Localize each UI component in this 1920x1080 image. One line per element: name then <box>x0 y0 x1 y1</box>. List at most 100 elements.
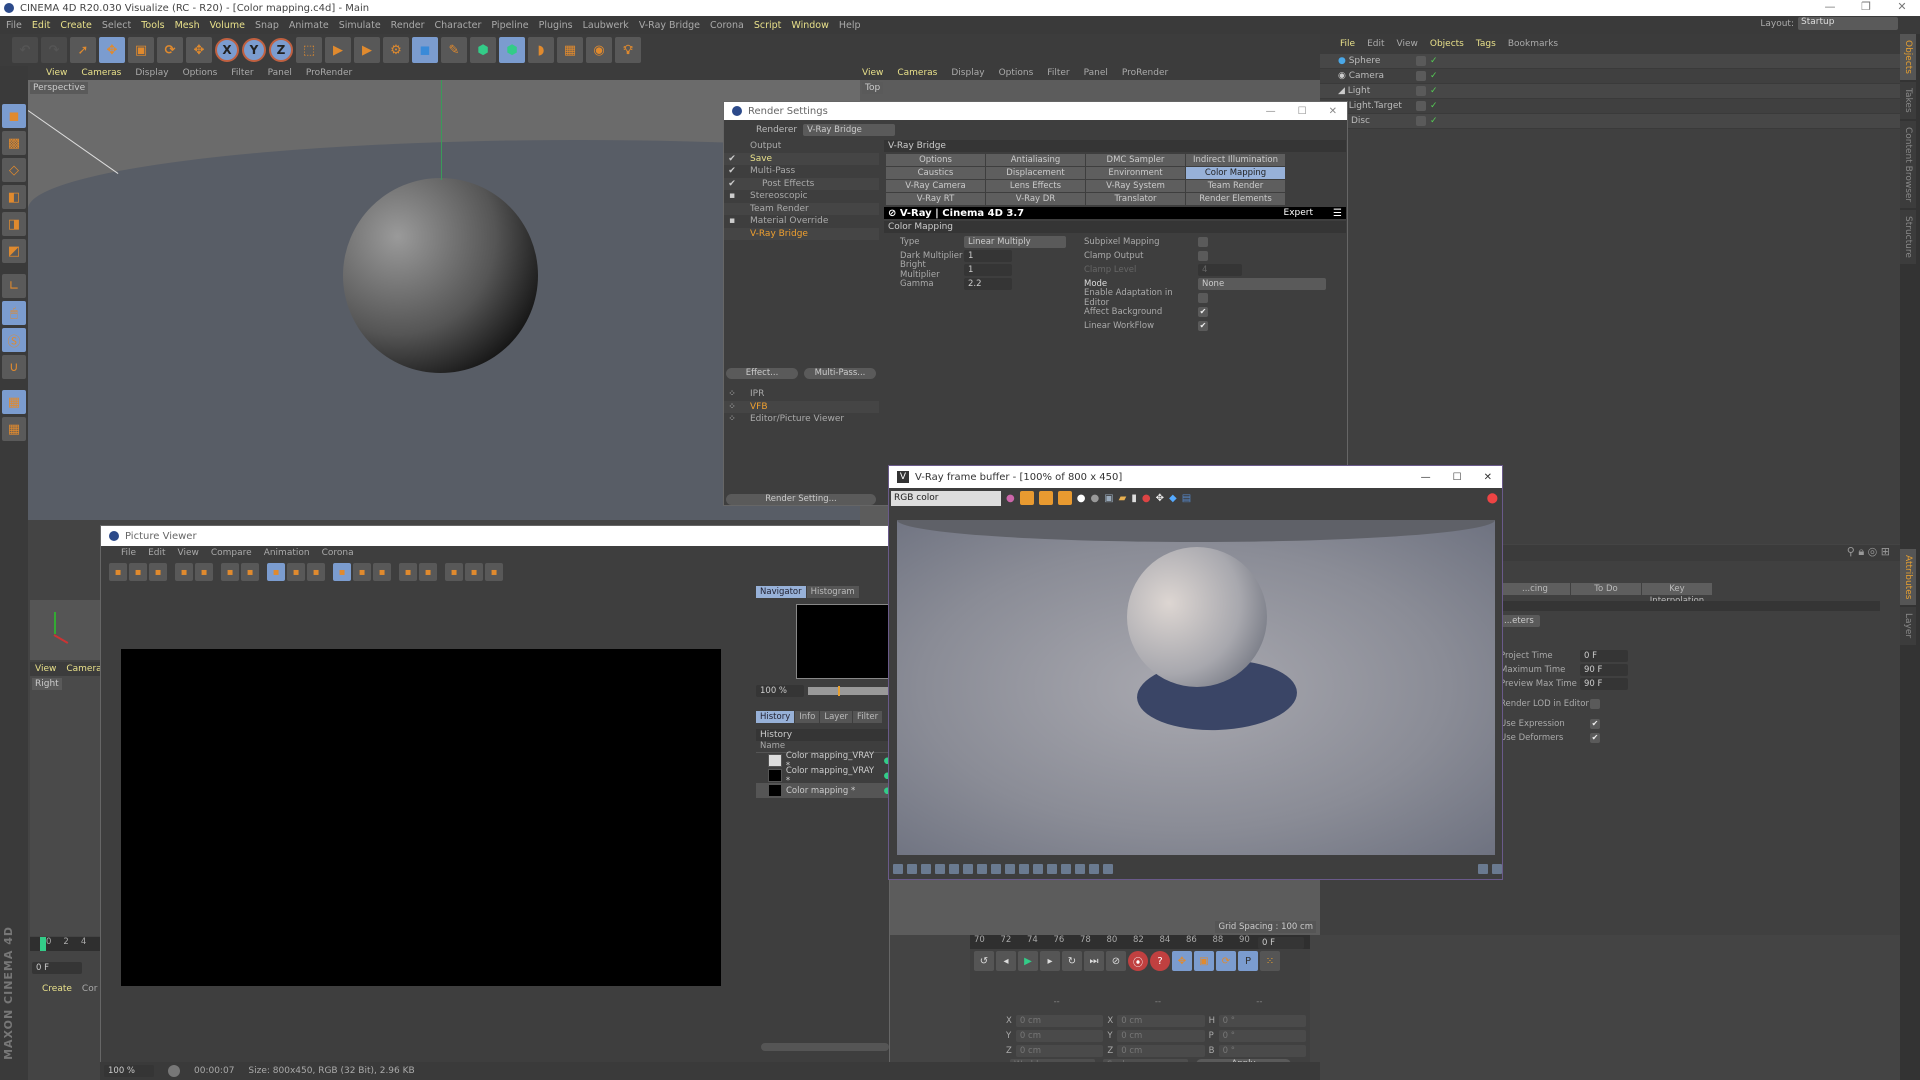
vray-tab-options[interactable]: Options <box>886 154 985 166</box>
show-panel-icon[interactable] <box>1478 864 1488 874</box>
coord-field-z[interactable]: 0 cm <box>1015 1044 1104 1057</box>
tab-history[interactable]: History <box>756 711 795 723</box>
sphere-object[interactable] <box>343 178 538 373</box>
workplane-align-icon[interactable]: ▦ <box>2 417 26 441</box>
green-channel-button[interactable] <box>1038 491 1053 505</box>
object-row[interactable]: ● Sphere ✓ <box>1320 54 1900 69</box>
next-key-icon[interactable]: ▸ <box>1040 951 1060 971</box>
redo-icon[interactable]: ↷ <box>41 37 67 63</box>
snap-icon[interactable]: ∪ <box>2 355 26 379</box>
key-pla-icon[interactable]: ⁙ <box>1260 951 1280 971</box>
close-button[interactable]: ✕ <box>1884 0 1920 13</box>
rotate-icon[interactable]: ⟳ <box>157 37 183 63</box>
menu-script[interactable]: Script <box>754 20 782 31</box>
menu-simulate[interactable]: Simulate <box>339 20 381 31</box>
target-toggle-icon[interactable]: ⁘ <box>724 414 740 424</box>
right-viewport[interactable]: Right <box>30 676 100 936</box>
points-mode-icon[interactable]: ◧ <box>2 185 26 209</box>
texture-mode-icon[interactable]: ▩ <box>2 131 26 155</box>
snapshot-icon[interactable]: ▪ <box>307 563 325 581</box>
menu-cameras[interactable]: Cameras <box>897 68 937 78</box>
tree-checkbox[interactable]: ✔ <box>724 154 740 164</box>
mode-dropdown[interactable]: None <box>1198 278 1326 290</box>
enable-check-icon[interactable]: ✓ <box>1430 116 1438 126</box>
minimize-button[interactable]: — <box>1812 0 1848 13</box>
z-axis-icon[interactable]: Z <box>269 38 293 62</box>
menu-edit[interactable]: Edit <box>32 20 50 31</box>
key-rotation-icon[interactable]: ⟳ <box>1216 951 1236 971</box>
menu-view[interactable]: View <box>178 548 199 558</box>
render-target-vfb[interactable]: ⁘ VFB <box>724 400 879 413</box>
target-icon[interactable]: ◎ <box>1868 545 1878 558</box>
polygons-mode-icon[interactable]: ◩ <box>2 239 26 263</box>
menu-view[interactable]: View <box>35 664 56 674</box>
tab-histogram[interactable]: Histogram <box>806 586 859 598</box>
track-icon[interactable] <box>1033 864 1043 874</box>
coord-field-x[interactable]: 0 cm <box>1117 1014 1205 1027</box>
menu-create[interactable]: Create <box>60 20 92 31</box>
vfb-titlebar[interactable]: V V-Ray frame buffer - [100% of 800 x 45… <box>889 466 1502 488</box>
type-dropdown[interactable]: Linear Multiply <box>964 236 1066 248</box>
menu-tags[interactable]: Tags <box>1476 39 1496 49</box>
attr-value-field[interactable]: 90 F <box>1580 664 1628 676</box>
visibility-toggle[interactable] <box>1416 86 1426 96</box>
open-icon[interactable]: ▪ <box>109 563 127 581</box>
floor-icon[interactable]: ▦ <box>557 37 583 63</box>
tree-checkbox[interactable]: ✔ <box>724 179 740 189</box>
set-a-icon[interactable]: ▪ <box>399 563 417 581</box>
lens-effects-icon[interactable] <box>1103 864 1113 874</box>
tree-item-material-override[interactable]: ▪ Material Override <box>724 215 879 228</box>
side-tab-takes[interactable]: Takes <box>1900 82 1916 119</box>
renderer-dropdown[interactable]: V-Ray Bridge <box>803 124 896 136</box>
expand-icon[interactable] <box>1492 864 1502 874</box>
render-image-canvas[interactable] <box>121 649 721 986</box>
menu-tools[interactable]: Tools <box>141 20 164 31</box>
stop-render-icon[interactable]: ⬤ <box>1487 493 1498 504</box>
left-timeline-ruler[interactable]: 0 2 4 <box>30 937 100 951</box>
history-icon[interactable]: ▤ <box>1182 493 1191 504</box>
hsv-icon[interactable] <box>949 864 959 874</box>
side-tab-attributes[interactable]: Attributes <box>1900 549 1916 606</box>
menu-help[interactable]: Help <box>839 20 861 31</box>
param-number-field[interactable]: 1 <box>964 264 1012 276</box>
tree-item-stereoscopic[interactable]: ▪ Stereoscopic <box>724 190 879 203</box>
region-render-icon[interactable]: ✥ <box>1156 493 1164 504</box>
multipass-button[interactable]: Multi-Pass... <box>804 368 876 379</box>
menu-compare[interactable]: Compare <box>211 548 252 558</box>
stamp-icon[interactable] <box>1047 864 1057 874</box>
menu-objects[interactable]: Objects <box>1430 39 1464 49</box>
object-row[interactable]: ◉ Camera ✓ <box>1320 69 1900 84</box>
cube-icon[interactable]: ◼ <box>412 37 438 63</box>
split-h-icon[interactable]: ▪ <box>465 563 483 581</box>
zoom-slider[interactable] <box>808 686 891 696</box>
menu-prorender[interactable]: ProRender <box>306 68 352 78</box>
vray-tab-translator[interactable]: Translator <box>1086 193 1185 205</box>
render-view-icon[interactable]: ▶ <box>325 37 351 63</box>
menu-volume[interactable]: Volume <box>210 20 245 31</box>
enable-check-icon[interactable]: ✓ <box>1430 56 1438 66</box>
curve-icon[interactable] <box>991 864 1001 874</box>
menu-mesh[interactable]: Mesh <box>175 20 200 31</box>
deformer-icon[interactable]: ◗ <box>528 37 554 63</box>
tab-navigator[interactable]: Navigator <box>756 586 806 598</box>
visibility-toggle[interactable] <box>1416 56 1426 66</box>
param-checkbox[interactable] <box>1198 293 1208 303</box>
enable-check-icon[interactable]: ✓ <box>1430 71 1438 81</box>
menu-options[interactable]: Options <box>183 68 218 78</box>
param-checkbox[interactable] <box>1198 237 1208 247</box>
new-panel-icon[interactable]: ⊞ <box>1881 545 1890 558</box>
goto-end-icon[interactable]: ⏭ <box>1084 951 1104 971</box>
menu-animation[interactable]: Animation <box>264 548 310 558</box>
x-axis-icon[interactable]: X <box>215 38 239 62</box>
menu-character[interactable]: Character <box>435 20 482 31</box>
y-axis-icon[interactable]: Y <box>242 38 266 62</box>
white-balance-icon[interactable]: ● <box>1077 493 1086 504</box>
render-target-editor-picture-viewer[interactable]: ⁘ Editor/Picture Viewer <box>724 413 879 426</box>
menu-display[interactable]: Display <box>135 68 168 78</box>
object-row[interactable]: ◯ Disc✓ <box>1320 114 1900 129</box>
vray-tab-v-ray-dr[interactable]: V-Ray DR <box>986 193 1085 205</box>
side-tab-objects[interactable]: Objects <box>1900 34 1916 81</box>
history-scrollbar[interactable] <box>761 1043 889 1051</box>
menu-create[interactable]: Create <box>42 984 72 994</box>
attr-value-field[interactable]: 90 F <box>1580 678 1628 690</box>
